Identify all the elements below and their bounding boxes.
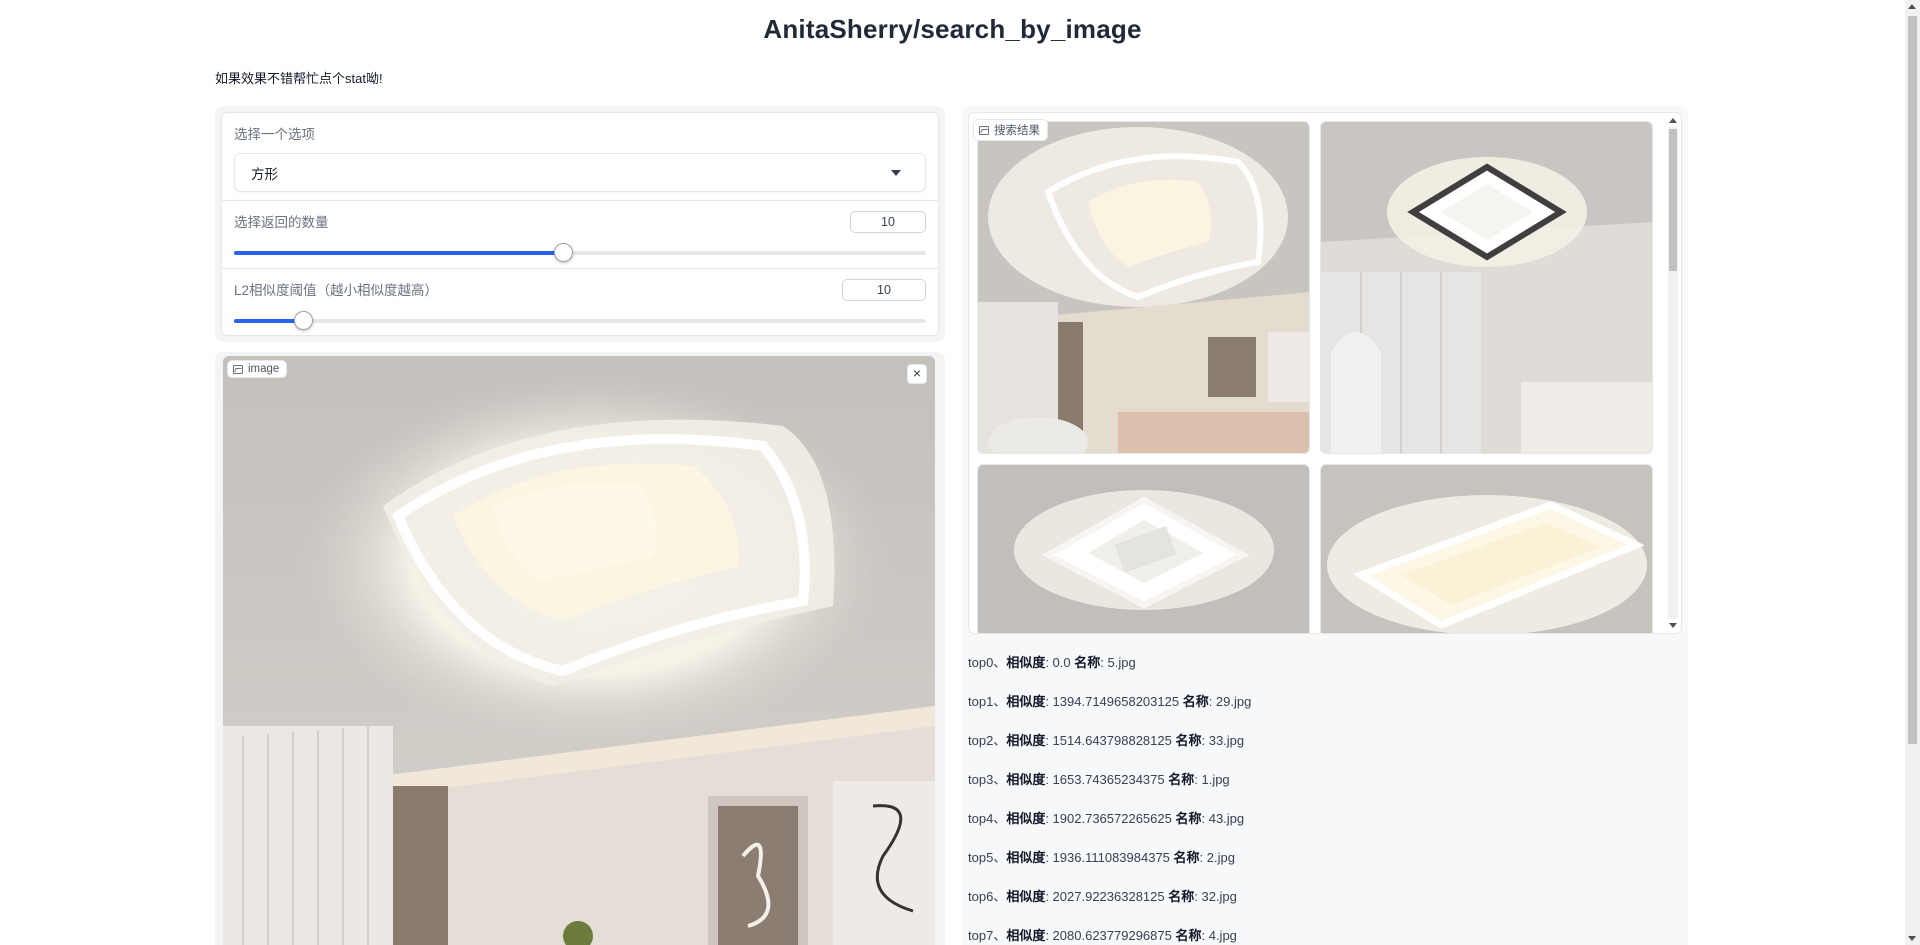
dropdown-value: 方形 [251,166,278,182]
similarity-label: 相似度 [1006,928,1046,943]
result-rank: top4、 [968,811,1007,826]
similarity-label: 相似度 [1006,811,1046,826]
result-item: top1、相似度: 1394.7149658203125 名称: 29.jpg [968,691,1668,730]
similarity-value: : 1653.74365234375 [1045,772,1169,787]
threshold-slider-track[interactable] [234,311,926,330]
image-label: image [248,363,280,375]
result-item: top4、相似度: 1902.736572265625 名称: 43.jpg [968,808,1668,847]
gallery-label: 搜索结果 [994,125,1040,137]
result-item: top6、相似度: 2027.92236328125 名称: 32.jpg [968,886,1668,925]
result-rank: top6、 [968,889,1007,904]
result-item: top3、相似度: 1653.74365234375 名称: 1.jpg [968,769,1668,808]
similarity-value: : 0.0 [1045,655,1075,670]
similarity-value: : 1394.7149658203125 [1045,694,1183,709]
gallery-thumbnail[interactable] [1320,464,1653,633]
controls-card: 选择一个选项 方形 选择返回的数量 10 L2相似度阈值（越小相似度越高） 10 [221,112,939,336]
controls-panel: 选择一个选项 方形 选择返回的数量 10 L2相似度阈值（越小相似度越高） 10 [215,106,945,342]
threshold-slider-thumb[interactable] [294,311,314,330]
scroll-up-icon[interactable] [1669,118,1677,123]
threshold-slider-block: L2相似度阈值（越小相似度越高） 10 [222,269,938,335]
image-input-panel: image × [215,352,945,945]
similarity-value: : 2080.623779296875 [1045,928,1176,943]
name-value: : 2.jpg [1199,850,1235,865]
similarity-value: : 1936.111083984375 [1045,850,1174,865]
dropdown-label: 选择一个选项 [234,127,315,142]
name-label: 名称 [1168,889,1195,904]
name-value: : 33.jpg [1201,733,1245,748]
search-results-gallery: 搜索结果 [968,112,1682,634]
name-label: 名称 [1182,694,1209,709]
image-input[interactable]: image × [223,356,935,945]
name-value: : 32.jpg [1194,889,1237,904]
page: AnitaSherry/search_by_image 如果效果不错帮忙点个st… [0,0,1920,945]
threshold-slider-fill [234,319,304,323]
result-item: top5、相似度: 1936.111083984375 名称: 2.jpg [968,847,1668,886]
result-image [978,122,1309,453]
gallery-scrollbar[interactable] [1667,115,1679,631]
name-label: 名称 [1173,850,1200,865]
result-rank: top2、 [968,733,1007,748]
similarity-label: 相似度 [1006,694,1046,709]
page-scrollbar[interactable] [1905,0,1920,945]
results-list: top0、相似度: 0.0 名称: 5.jpg top1、相似度: 1394.71… [968,652,1668,945]
gallery-thumbnail[interactable] [977,464,1310,633]
result-rank: top1、 [968,694,1007,709]
option-dropdown[interactable]: 方形 [234,153,926,192]
name-value: : 29.jpg [1208,694,1252,709]
image-icon [233,364,243,374]
name-value: : 4.jpg [1201,928,1237,943]
name-label: 名称 [1175,733,1202,748]
similarity-label: 相似度 [1006,655,1046,670]
result-image [1321,465,1652,633]
count-slider-label: 选择返回的数量 [234,215,329,230]
similarity-value: : 2027.92236328125 [1045,889,1169,904]
gallery-thumbnail[interactable] [1320,121,1653,454]
name-label: 名称 [1168,772,1195,787]
option-dropdown-block: 选择一个选项 方形 [222,113,938,201]
result-rank: top0、 [968,655,1007,670]
result-item: top7、相似度: 2080.623779296875 名称: 4.jpg [968,925,1668,945]
threshold-number-input[interactable]: 10 [842,279,926,301]
result-rank: top5、 [968,850,1007,865]
scroll-up-icon[interactable] [1908,4,1916,9]
scroll-down-icon[interactable] [1669,623,1677,628]
similarity-label: 相似度 [1006,850,1046,865]
count-slider-block: 选择返回的数量 10 [222,201,938,269]
similarity-label: 相似度 [1006,772,1046,787]
result-rank: top3、 [968,772,1007,787]
page-scrollbar-thumb[interactable] [1908,16,1917,744]
similarity-value: : 1514.643798828125 [1045,733,1176,748]
result-item: top0、相似度: 0.0 名称: 5.jpg [968,652,1668,691]
name-value: : 43.jpg [1201,811,1245,826]
similarity-label: 相似度 [1006,733,1046,748]
query-image [223,356,935,945]
gallery-label-tag: 搜索结果 [973,119,1048,141]
name-label: 名称 [1175,928,1202,943]
results-panel: 搜索结果 top0、相似度: 0.0 名称: 5.jpg top1、相似度: 1… [962,106,1688,945]
page-title: AnitaSherry/search_by_image [763,14,1142,44]
similarity-value: : 1902.736572265625 [1045,811,1176,826]
result-item: top2、相似度: 1514.643798828125 名称: 33.jpg [968,730,1668,769]
result-image [978,465,1309,633]
page-subtitle: 如果效果不错帮忙点个stat呦! [215,71,383,86]
threshold-slider-label: L2相似度阈值（越小相似度越高） [234,283,439,298]
count-number-input[interactable]: 10 [850,211,926,233]
count-slider-thumb[interactable] [553,243,573,262]
gallery-thumbnail[interactable] [977,121,1310,454]
result-image [1321,122,1652,453]
name-label: 名称 [1074,655,1101,670]
image-icon [979,125,989,135]
count-slider-fill [234,251,563,255]
similarity-label: 相似度 [1006,889,1046,904]
name-value: : 5.jpg [1100,655,1136,670]
image-label-tag: image [227,360,288,378]
count-slider-track[interactable] [234,243,926,262]
name-label: 名称 [1175,811,1202,826]
result-rank: top7、 [968,928,1007,943]
close-button[interactable]: × [907,364,927,384]
name-value: : 1.jpg [1194,772,1230,787]
scroll-down-icon[interactable] [1908,936,1916,941]
scrollbar-thumb[interactable] [1669,129,1677,271]
chevron-down-icon[interactable] [891,169,901,176]
